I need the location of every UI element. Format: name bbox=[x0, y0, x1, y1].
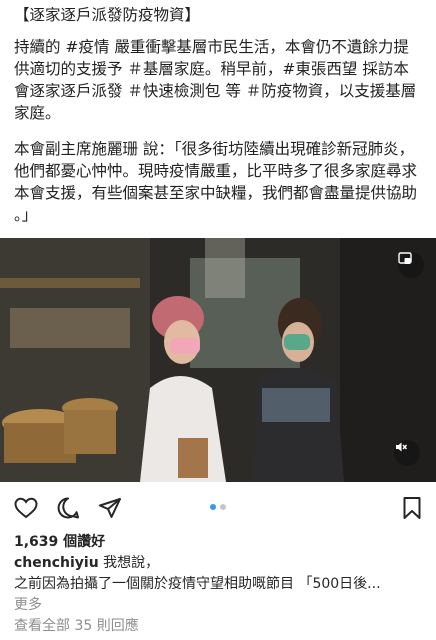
more-link[interactable]: 更多 bbox=[14, 595, 426, 616]
share-button[interactable] bbox=[96, 494, 124, 522]
picture-in-picture-icon bbox=[398, 252, 412, 264]
post-meta: 1,639 個讚好 chenchiyiu 我想說， 之前因為拍攝了一個關於疫情守… bbox=[14, 532, 426, 637]
post-video[interactable] bbox=[0, 238, 436, 482]
post-caption: 【逐家逐戶派發防疫物資】 持續的 #疫情 嚴重衝擊基層市民生活，本會仍不遺餘力提… bbox=[0, 0, 436, 226]
likes-count[interactable]: 1,639 個讚好 bbox=[14, 532, 426, 553]
view-all-comments-link[interactable]: 查看全部 35 則回應 bbox=[14, 616, 426, 637]
post-actions bbox=[0, 492, 436, 526]
heart-icon bbox=[14, 497, 38, 519]
carousel-indicator bbox=[210, 504, 226, 510]
muted-speaker-icon bbox=[396, 442, 408, 452]
carousel-dot-active bbox=[210, 504, 216, 510]
send-icon bbox=[99, 498, 121, 518]
comment-button[interactable] bbox=[54, 494, 82, 522]
video-frame bbox=[0, 238, 436, 482]
caption-title: 【逐家逐戶派發防疫物資】 bbox=[14, 6, 201, 24]
comment-text-1: 我想說， bbox=[103, 555, 160, 571]
comment-username[interactable]: chenchiyiu bbox=[14, 555, 99, 571]
caption-quote: 本會副主席施麗珊 說：「很多街坊陸續出現確診新冠肺炎，他們都憂心忡忡。現時疫情嚴… bbox=[14, 140, 418, 224]
mute-button[interactable] bbox=[394, 440, 420, 466]
comment-icon bbox=[57, 497, 79, 519]
bookmark-icon bbox=[403, 497, 421, 519]
carousel-dot bbox=[220, 504, 226, 510]
picture-in-picture-button[interactable] bbox=[398, 252, 424, 278]
caption-paragraph: 持續的 #疫情 嚴重衝擊基層市民生活，本會仍不遺餘力提供適切的支援予 ＃基層家庭… bbox=[14, 38, 417, 122]
top-comment: chenchiyiu 我想說， bbox=[14, 553, 426, 574]
comment-text-2: 之前因為拍攝了一個關於疫情守望相助嘅節目 「500日後... bbox=[14, 576, 381, 592]
save-button[interactable] bbox=[398, 494, 426, 522]
like-button[interactable] bbox=[12, 494, 40, 522]
